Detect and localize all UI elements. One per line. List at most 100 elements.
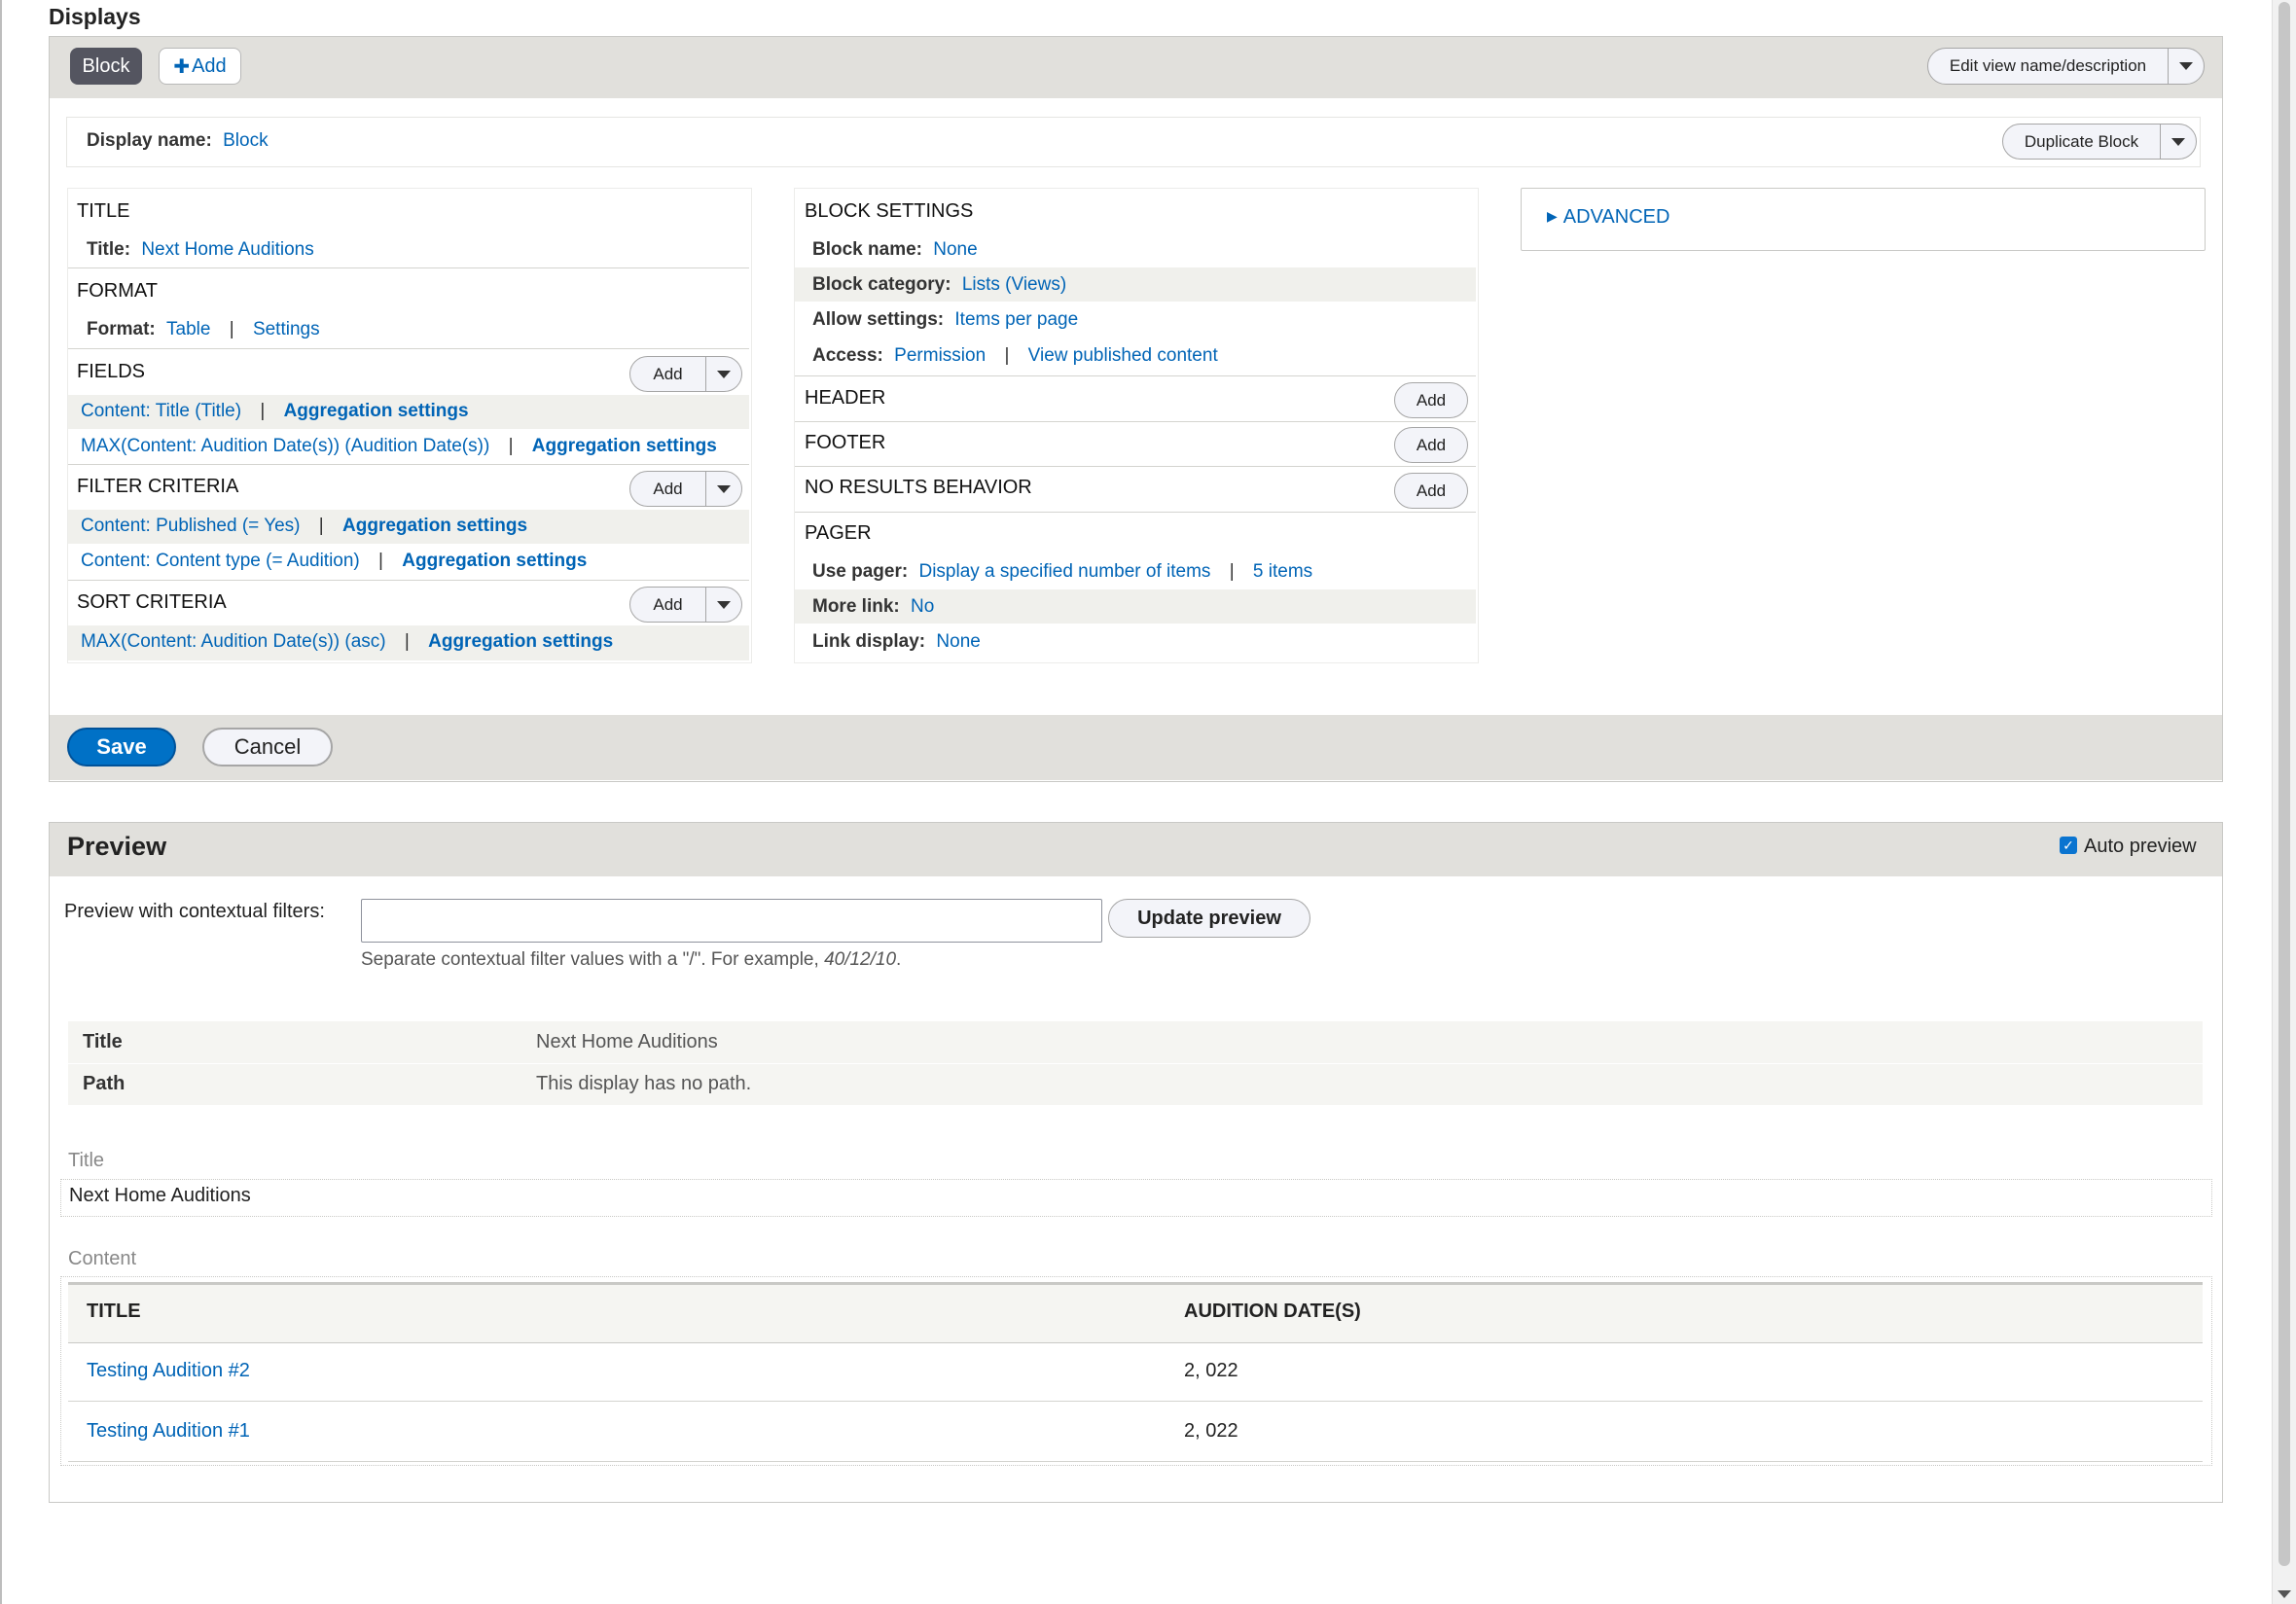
title-caption: Title <box>68 1150 105 1171</box>
pager-heading: PAGER <box>805 522 872 544</box>
scroll-down-arrow-icon[interactable] <box>2278 1590 2291 1598</box>
field-row: MAX(Content: Audition Date(s)) (Audition… <box>81 436 717 456</box>
contextual-filters-label: Preview with contextual filters: <box>64 901 325 922</box>
field-link[interactable]: Content: Title (Title) <box>81 401 241 421</box>
fields-section-heading: FIELDS <box>77 361 146 382</box>
plus-icon: ✚ <box>173 55 191 78</box>
chevron-down-icon[interactable] <box>706 588 741 622</box>
page-left-border <box>0 0 2 1604</box>
more-link-link[interactable]: No <box>911 596 934 617</box>
chevron-down-icon[interactable] <box>2169 49 2204 84</box>
aggregation-settings-link[interactable]: Aggregation settings <box>402 551 587 571</box>
cancel-button[interactable]: Cancel <box>202 728 333 766</box>
help-text-pre: Separate contextual filter values with a… <box>361 949 825 970</box>
allow-settings-link[interactable]: Items per page <box>954 309 1078 330</box>
filter-link[interactable]: Content: Content type (= Audition) <box>81 551 360 571</box>
access-label: Access: <box>812 345 883 366</box>
add-display-label: Add <box>192 54 227 77</box>
auto-preview-checkbox[interactable]: ✓ <box>2060 837 2077 854</box>
help-text-example: 40/12/10 <box>824 949 897 970</box>
block-category-label: Block category: <box>812 274 951 295</box>
no-results-heading: NO RESULTS BEHAVIOR <box>805 477 1032 498</box>
format-settings-link[interactable]: Settings <box>253 319 320 339</box>
filter-row: Content: Published (= Yes) | Aggregation… <box>81 516 528 536</box>
duplicate-block-button[interactable]: Duplicate Block <box>2002 124 2197 160</box>
block-name-row: Block name: None <box>812 239 978 261</box>
header-add-button[interactable]: Add <box>1394 382 1468 418</box>
no-results-add-button[interactable]: Add <box>1394 473 1468 509</box>
filter-row: Content: Content type (= Audition) | Agg… <box>81 551 588 571</box>
info-title-label: Title <box>83 1031 123 1052</box>
chevron-down-icon[interactable] <box>706 472 741 506</box>
advanced-label: ADVANCED <box>1562 206 1670 228</box>
result-title-link[interactable]: Testing Audition #2 <box>87 1360 250 1382</box>
access-view-published-link[interactable]: View published content <box>1028 345 1218 366</box>
actions-bar <box>50 715 2222 780</box>
chevron-down-icon[interactable] <box>2161 125 2196 159</box>
fields-add-button[interactable]: Add <box>629 356 742 392</box>
auto-preview-label: Auto preview <box>2084 836 2197 857</box>
preview-block-title: Next Home Auditions <box>69 1185 251 1206</box>
column-header-audition-dates: AUDITION DATE(S) <box>1184 1301 1361 1322</box>
preview-heading: Preview <box>67 832 167 861</box>
access-permission-link[interactable]: Permission <box>894 345 986 366</box>
header-heading: HEADER <box>805 387 886 409</box>
fields-add-label: Add <box>653 364 683 383</box>
block-category-link[interactable]: Lists (Views) <box>962 274 1066 295</box>
info-path-value: This display has no path. <box>536 1073 752 1094</box>
use-pager-label: Use pager: <box>812 561 909 582</box>
footer-add-button[interactable]: Add <box>1394 427 1468 463</box>
table-row <box>68 1402 2203 1462</box>
filter-link[interactable]: Content: Published (= Yes) <box>81 516 301 536</box>
aggregation-settings-link[interactable]: Aggregation settings <box>284 401 469 421</box>
sort-criteria-heading: SORT CRITERIA <box>77 591 227 613</box>
title-row: Title: Next Home Auditions <box>87 239 314 261</box>
duplicate-block-label: Duplicate Block <box>2024 131 2139 151</box>
contextual-filters-input[interactable] <box>361 899 1102 943</box>
filter-add-button[interactable]: Add <box>629 471 742 507</box>
sort-add-button[interactable]: Add <box>629 587 742 623</box>
items-count-link[interactable]: 5 items <box>1253 561 1312 582</box>
title-value-link[interactable]: Next Home Auditions <box>141 239 313 260</box>
result-title-link[interactable]: Testing Audition #1 <box>87 1420 250 1443</box>
sort-link[interactable]: MAX(Content: Audition Date(s)) (asc) <box>81 631 386 652</box>
displays-tab-bar <box>50 37 2222 98</box>
display-name-link[interactable]: Block <box>223 130 268 151</box>
tab-block[interactable]: Block <box>70 48 142 85</box>
title-label: Title: <box>87 239 131 260</box>
block-name-label: Block name: <box>812 239 922 260</box>
info-path-label: Path <box>83 1073 126 1094</box>
block-name-link[interactable]: None <box>933 239 977 260</box>
aggregation-settings-link[interactable]: Aggregation settings <box>532 436 717 456</box>
advanced-toggle[interactable]: ▶ ADVANCED <box>1547 206 1669 229</box>
title-frame <box>60 1179 2212 1217</box>
scrollbar-thumb[interactable] <box>2278 2 2290 1566</box>
use-pager-link[interactable]: Display a specified number of items <box>918 561 1210 582</box>
add-display-button[interactable]: ✚ Add <box>159 48 241 85</box>
link-display-row: Link display: None <box>812 631 981 653</box>
format-table-link[interactable]: Table <box>166 319 210 339</box>
filter-add-label: Add <box>653 479 683 498</box>
link-display-label: Link display: <box>812 631 926 652</box>
format-section-heading: FORMAT <box>77 280 158 302</box>
chevron-down-icon[interactable] <box>706 357 741 391</box>
content-caption: Content <box>68 1248 137 1269</box>
link-display-link[interactable]: None <box>936 631 980 652</box>
triangle-right-icon: ▶ <box>1547 208 1558 224</box>
aggregation-settings-link[interactable]: Aggregation settings <box>428 631 613 652</box>
edit-view-name-button[interactable]: Edit view name/description <box>1927 48 2205 85</box>
update-preview-button[interactable]: Update preview <box>1108 899 1310 938</box>
field-row: Content: Title (Title) | Aggregation set… <box>81 401 469 421</box>
results-table-header <box>68 1282 2203 1343</box>
block-settings-heading: BLOCK SETTINGS <box>805 200 974 222</box>
field-link[interactable]: MAX(Content: Audition Date(s)) (Audition… <box>81 436 489 456</box>
aggregation-settings-link[interactable]: Aggregation settings <box>342 516 527 536</box>
edit-view-name-label: Edit view name/description <box>1949 56 2147 75</box>
use-pager-row: Use pager: Display a specified number of… <box>812 561 1313 582</box>
save-button[interactable]: Save <box>67 728 176 766</box>
page-scrollbar[interactable] <box>2272 0 2296 1604</box>
help-text-post: . <box>896 949 902 970</box>
displays-heading: Displays <box>49 4 141 29</box>
column-header-title: TITLE <box>87 1301 141 1322</box>
check-icon: ✓ <box>2063 837 2074 853</box>
